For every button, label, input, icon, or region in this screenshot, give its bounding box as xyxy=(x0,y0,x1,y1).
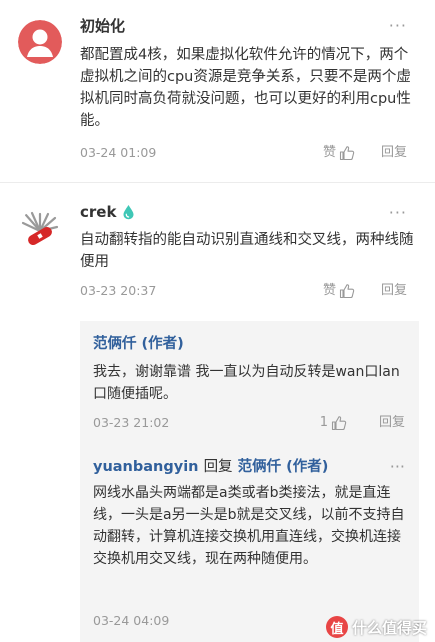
reply-button[interactable]: 回复 xyxy=(379,415,405,431)
thumbs-up-icon xyxy=(331,416,347,431)
sub-reply-time: 03-23 21:02 xyxy=(93,415,170,430)
like-label: 赞 xyxy=(322,283,336,298)
default-user-icon xyxy=(18,20,62,64)
sub-reply-text: 网线水晶头两端都是a类或者b类接法，就是直连线，一头是a另一头是b就是交叉线，以… xyxy=(93,485,405,567)
like-button[interactable]: 1 xyxy=(320,415,347,431)
comment-username[interactable]: 初始化 xyxy=(80,16,125,36)
sub-reply-item: yuanbangyin 回复 范俩仟 (作者) ··· 网线水晶头两端都是a类或… xyxy=(80,437,419,642)
comment-time: 03-23 20:37 xyxy=(80,283,157,298)
comment-text: 自动翻转指的能自动识别直通线和交叉线，两种线随便用 xyxy=(80,232,414,270)
comment-username[interactable]: crek xyxy=(80,202,135,222)
smzdm-watermark: 值 什么值得买 xyxy=(325,616,427,638)
reply-button[interactable]: 回复 xyxy=(381,145,407,161)
sub-reply-box: 范俩仟 (作者) 我去，谢谢靠谱 我一直以为自动反转是wan口lan口随便插呢。… xyxy=(80,321,419,642)
sub-reply-username[interactable]: 范俩仟 (作者) xyxy=(93,334,184,354)
sub-reply-text: 我去，谢谢靠谱 我一直以为自动反转是wan口lan口随便插呢。 xyxy=(93,364,400,402)
sub-reply-username[interactable]: yuanbangyin xyxy=(93,459,199,475)
sub-reply-time: 03-24 04:09 xyxy=(93,613,170,628)
swiss-knife-avatar-icon xyxy=(18,209,62,253)
comment-item: crek ··· 自动翻转指的能自动识别直通线和交叉线，两种线随便用 03-23… xyxy=(0,183,435,642)
comment-item: 初始化 ··· 都配置成4核，如果虚拟化软件允许的情况下，两个虚拟机之间的cpu… xyxy=(0,0,435,182)
avatar[interactable] xyxy=(18,209,62,253)
watermark-text: 什么值得买 xyxy=(351,618,427,637)
thumbs-up-icon xyxy=(339,146,355,161)
like-button[interactable]: 赞 xyxy=(323,145,355,161)
sub-reply-header: yuanbangyin 回复 范俩仟 (作者) xyxy=(93,457,328,477)
like-count: 1 xyxy=(319,415,328,430)
comment-time: 03-24 01:09 xyxy=(80,145,157,160)
more-options-icon[interactable]: ··· xyxy=(389,205,407,221)
comment-text: 都配置成4核，如果虚拟化软件允许的情况下，两个虚拟机之间的cpu资源是竞争关系，… xyxy=(80,47,411,129)
like-label: 赞 xyxy=(322,145,336,160)
thumbs-up-icon xyxy=(339,284,355,299)
water-drop-badge-icon xyxy=(123,205,134,220)
like-button[interactable]: 赞 xyxy=(323,283,355,299)
reply-button[interactable]: 回复 xyxy=(381,283,407,299)
reply-word: 回复 xyxy=(203,459,233,475)
reply-target-username[interactable]: 范俩仟 (作者) xyxy=(238,459,329,475)
more-options-icon[interactable]: ··· xyxy=(389,18,407,34)
more-options-icon[interactable]: ··· xyxy=(390,459,405,475)
username-text: crek xyxy=(80,203,117,221)
avatar[interactable] xyxy=(18,20,62,64)
sub-reply-item: 范俩仟 (作者) 我去，谢谢靠谱 我一直以为自动反转是wan口lan口随便插呢。… xyxy=(80,321,419,437)
smzdm-logo-icon: 值 xyxy=(325,616,348,638)
